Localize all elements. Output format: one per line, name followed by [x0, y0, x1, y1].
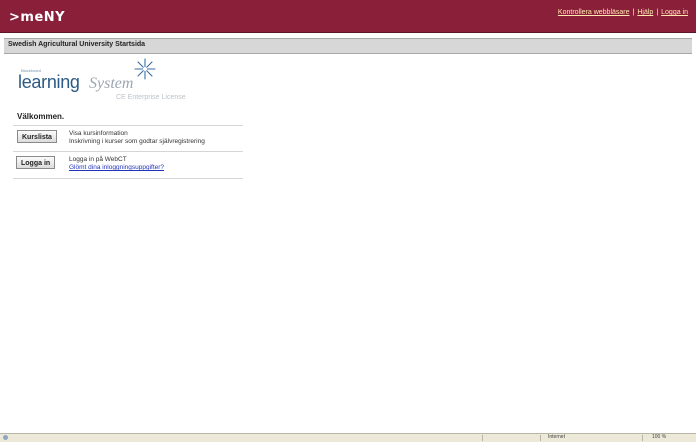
- brand-license: CE Enterprise License: [116, 94, 186, 101]
- login-line1: Logga in på WebCT: [69, 156, 127, 163]
- welcome-heading: Välkommen.: [17, 112, 65, 121]
- login-link[interactable]: Logga in: [661, 9, 688, 16]
- zoom-level[interactable]: 100 %: [652, 434, 666, 440]
- course-list-line1: Visa kursinformation: [69, 130, 128, 137]
- login-description: Logga in på WebCT Glömt dina inloggnings…: [69, 156, 164, 172]
- login-button[interactable]: Logga in: [16, 156, 56, 169]
- link-separator: |: [656, 9, 659, 16]
- app-logo: >meNY: [9, 10, 66, 25]
- brand-system: System: [89, 75, 134, 92]
- forgot-credentials-link[interactable]: Glömt dina inloggningsuppgifter?: [69, 164, 164, 171]
- course-list-button[interactable]: Kurslista: [17, 130, 57, 143]
- course-list-row: Kurslista Visa kursinformation Inskrivni…: [13, 125, 243, 152]
- status-divider: [482, 435, 483, 441]
- course-list-line2: Inskrivning i kurser som godtar självreg…: [69, 138, 205, 145]
- brand-logo: Blackboard learning System CE Enterprise…: [18, 58, 208, 103]
- help-link[interactable]: Hjälp: [637, 9, 653, 16]
- status-divider: [540, 435, 541, 441]
- security-zone-label: Internet: [548, 434, 565, 440]
- status-divider: [642, 435, 643, 441]
- top-banner: >meNY Kontrollera webbläsare | Hjälp | Logga…: [0, 0, 696, 33]
- login-row: Logga in Logga in på WebCT Glömt dina in…: [13, 151, 243, 179]
- page-status-icon: [3, 435, 8, 440]
- star-burst-icon: [134, 58, 156, 80]
- check-browser-link[interactable]: Kontrollera webbläsare: [558, 9, 630, 16]
- course-list-description: Visa kursinformation Inskrivning i kurse…: [69, 130, 205, 146]
- breadcrumb: Swedish Agricultural University Startsid…: [4, 38, 692, 54]
- brand-learning: learning: [18, 72, 80, 92]
- header-links: Kontrollera webbläsare | Hjälp | Logga in: [558, 9, 688, 16]
- page-title: Swedish Agricultural University Startsid…: [8, 41, 146, 48]
